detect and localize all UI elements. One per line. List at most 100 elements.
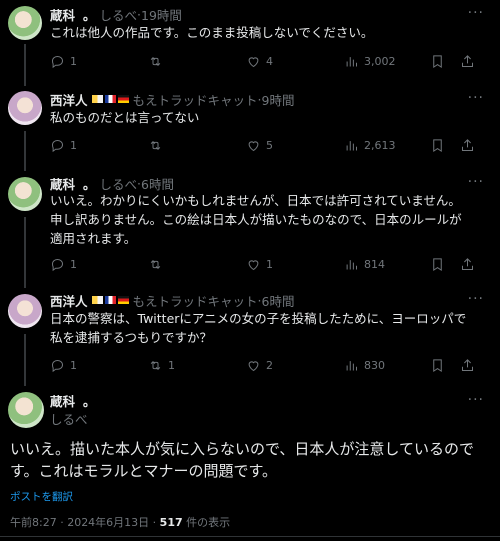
display-name-suffix: 。: [83, 176, 96, 192]
timestamp[interactable]: 9時間: [262, 90, 295, 109]
vatican-flag-icon: [91, 95, 103, 103]
share-icon: [462, 139, 473, 151]
share-button[interactable]: [460, 54, 475, 72]
reply-icon: [51, 55, 64, 69]
handle[interactable]: もえトラッドキャット: [133, 291, 258, 310]
flag-emojis: [91, 296, 129, 304]
handle[interactable]: しるべ: [100, 5, 138, 24]
more-options-icon[interactable]: ···: [468, 291, 484, 307]
reply-button[interactable]: 1: [50, 54, 77, 69]
views-button[interactable]: 830: [344, 358, 385, 373]
germany-flag-icon: [117, 296, 129, 304]
more-options-icon[interactable]: ···: [468, 90, 484, 106]
avatar[interactable]: [8, 177, 42, 211]
view-count: 830: [364, 359, 385, 372]
display-name-suffix: 。: [83, 393, 96, 409]
divider: [0, 536, 500, 537]
display-name[interactable]: 蔵科: [50, 5, 75, 24]
like-button[interactable]: 4: [246, 54, 273, 69]
retweet-button[interactable]: [148, 138, 168, 153]
reply-count: 1: [70, 359, 77, 372]
reply-count: 1: [70, 258, 77, 271]
like-button[interactable]: 1: [246, 257, 273, 272]
display-name-suffix: 。: [83, 7, 96, 23]
share-icon: [462, 359, 473, 371]
reply-count: 1: [70, 55, 77, 68]
translate-post-link[interactable]: ポストを翻訳: [10, 489, 73, 504]
reply-count: 1: [70, 139, 77, 152]
avatar[interactable]: [8, 91, 42, 125]
reply-button[interactable]: 1: [50, 257, 77, 272]
retweet-icon: [150, 141, 161, 150]
share-button[interactable]: [460, 257, 475, 275]
reply-button[interactable]: 1: [50, 358, 77, 373]
views-chart-icon: [346, 260, 357, 270]
more-options-icon[interactable]: ···: [468, 174, 484, 190]
like-count: 1: [266, 258, 273, 271]
tweet-text: これは他人の作品です。このまま投稿しないでください。: [50, 25, 374, 40]
bookmark-button[interactable]: [430, 54, 445, 72]
retweet-icon: [150, 260, 161, 269]
bookmark-icon: [433, 139, 442, 153]
like-count: 5: [266, 139, 273, 152]
timestamp[interactable]: 6時間: [262, 291, 295, 310]
like-count: 2: [266, 359, 273, 372]
share-button[interactable]: [460, 358, 475, 376]
heart-icon: [248, 260, 259, 271]
reply-button[interactable]: 1: [50, 138, 77, 153]
bookmark-icon: [433, 55, 442, 69]
views-chart-icon: [346, 141, 357, 151]
bookmark-button[interactable]: [430, 257, 445, 275]
heart-icon: [248, 361, 259, 372]
vatican-flag-icon: [91, 296, 103, 304]
retweet-button[interactable]: [148, 54, 168, 69]
retweet-button[interactable]: [148, 257, 168, 272]
france-flag-icon: [104, 95, 116, 103]
tweet-text: いいえ。わかりにくいかもしれませんが、日本では許可されていません。申し訳ありませ…: [50, 193, 462, 246]
avatar[interactable]: [8, 392, 44, 428]
like-button[interactable]: 2: [246, 358, 273, 373]
views-button[interactable]: 2,613: [344, 138, 396, 153]
timestamp[interactable]: 19時間: [141, 5, 182, 24]
heart-icon: [248, 57, 259, 68]
flag-emojis: [91, 95, 129, 103]
display-name[interactable]: 蔵科: [50, 174, 75, 193]
display-name[interactable]: 西洋人: [50, 90, 88, 109]
display-name[interactable]: 蔵科: [50, 391, 75, 410]
handle[interactable]: もえトラッドキャット: [133, 90, 258, 109]
share-icon: [462, 55, 473, 67]
views-button[interactable]: 3,002: [344, 54, 396, 69]
timestamp[interactable]: 6時間: [141, 174, 174, 193]
retweet-button[interactable]: 1: [148, 358, 175, 373]
retweet-icon: [150, 361, 161, 370]
views-button[interactable]: 814: [344, 257, 385, 272]
main-tweet-text: いいえ。描いた本人が気に入らないので、日本人が注意しているのです。これはモラルと…: [10, 440, 474, 480]
avatar[interactable]: [8, 6, 42, 40]
bookmark-button[interactable]: [430, 358, 445, 376]
tweet-text: 私のものだとは言ってない: [50, 110, 200, 125]
like-button[interactable]: 5: [246, 138, 273, 153]
view-count: 2,613: [364, 139, 396, 152]
heart-icon: [248, 141, 259, 152]
views-chart-icon: [346, 361, 357, 371]
handle[interactable]: しるべ: [50, 409, 88, 428]
more-options-icon[interactable]: ···: [468, 5, 484, 21]
germany-flag-icon: [117, 95, 129, 103]
view-count: 3,002: [364, 55, 396, 68]
more-options-icon[interactable]: ···: [468, 392, 484, 408]
display-name[interactable]: 西洋人: [50, 291, 88, 310]
bookmark-button[interactable]: [430, 138, 445, 156]
share-icon: [462, 258, 473, 270]
post-timestamp[interactable]: 午前8:27 · 2024年6月13日 ·: [10, 516, 160, 529]
view-count: 814: [364, 258, 385, 271]
bookmark-icon: [433, 359, 442, 373]
reply-icon: [51, 359, 64, 373]
avatar[interactable]: [8, 294, 42, 328]
handle[interactable]: しるべ: [100, 174, 138, 193]
retweet-count: 1: [168, 359, 175, 372]
bookmark-icon: [433, 258, 442, 272]
views-chart-icon: [346, 57, 357, 67]
reply-icon: [51, 139, 64, 153]
like-count: 4: [266, 55, 273, 68]
share-button[interactable]: [460, 138, 475, 156]
